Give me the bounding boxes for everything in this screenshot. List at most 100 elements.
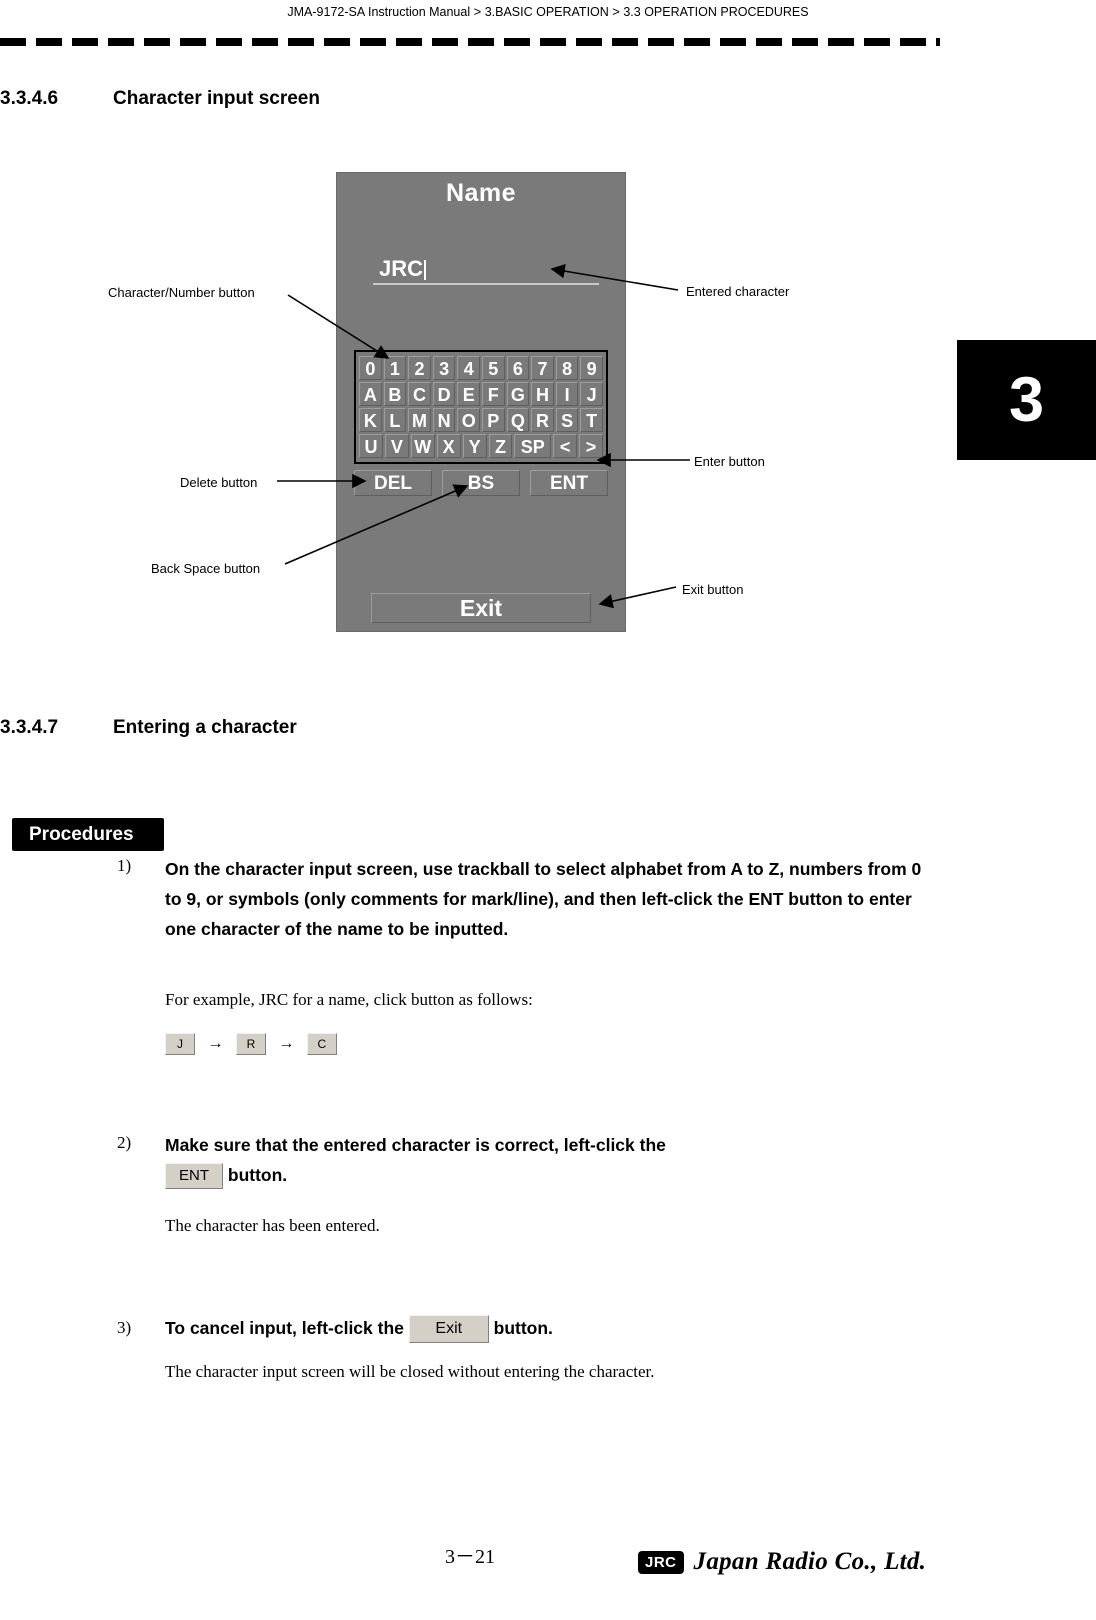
key-button[interactable]: O [457, 408, 480, 432]
exit-button[interactable]: Exit [371, 593, 591, 623]
key-button[interactable]: W [410, 434, 435, 458]
arrow-icon: → [278, 1035, 295, 1053]
name-input-field[interactable]: JRC [373, 255, 599, 285]
character-keypad[interactable]: 0 1 2 3 4 5 6 7 8 9 A B C D E F G H I J … [354, 350, 608, 464]
step-number-1: 1) [117, 856, 132, 875]
section-number: 3.3.4.6 [0, 88, 59, 109]
key-button[interactable]: F [482, 382, 505, 406]
header-manual-title: JMA-9172-SA Instruction Manual [287, 5, 471, 19]
keypad-row: K L M N O P Q R S T [358, 408, 604, 434]
key-button[interactable]: K [359, 408, 382, 432]
key-button[interactable]: H [531, 382, 554, 406]
screen-title: Name [445, 179, 517, 207]
step-number-3: 3) [117, 1318, 132, 1337]
header-chapter: 3.BASIC OPERATION [484, 5, 609, 19]
key-button[interactable]: Y [462, 434, 487, 458]
character-input-screen: Name JRC 0 1 2 3 4 5 6 7 8 9 A B C D E F… [336, 172, 626, 632]
inline-ent-button[interactable]: ENT [165, 1163, 223, 1190]
header-dashed-rule [0, 38, 940, 46]
keypad-row: A B C D E F G H I J [358, 382, 604, 408]
key-r[interactable]: R [235, 1033, 266, 1055]
step-note-3: The character input screen will be close… [165, 1362, 655, 1381]
key-c[interactable]: C [306, 1033, 337, 1055]
key-button[interactable]: < [553, 434, 578, 458]
key-button[interactable]: U [359, 434, 383, 458]
key-button[interactable]: C [408, 382, 431, 406]
page-header: JMA-9172-SA Instruction Manual > 3.BASIC… [0, 0, 1096, 22]
key-button-space[interactable]: SP [514, 434, 552, 458]
header-section: 3.3 OPERATION PROCEDURES [623, 5, 809, 19]
key-button[interactable]: E [457, 382, 480, 406]
chapter-tab: 3 [957, 340, 1096, 460]
procedures-badge: Procedures [12, 818, 164, 851]
step-note-1: For example, JRC for a name, click butto… [165, 990, 533, 1009]
key-button[interactable]: 9 [580, 356, 603, 380]
step-text-3: To cancel input, left-click the Exit but… [165, 1313, 925, 1344]
key-j[interactable]: J [165, 1033, 195, 1055]
callout-entered-character: Entered character [686, 284, 790, 299]
key-button[interactable]: T [580, 408, 603, 432]
key-button[interactable]: L [383, 408, 407, 432]
key-button[interactable]: 2 [408, 356, 431, 380]
key-button[interactable]: I [555, 382, 579, 406]
key-button[interactable]: R [531, 408, 554, 432]
jrc-company-name: Japan Radio Co., Ltd. [693, 1548, 927, 1575]
header-separator-1: > [473, 4, 482, 19]
section-title: Character input screen [113, 88, 320, 109]
key-button[interactable]: Q [506, 408, 530, 432]
key-button[interactable]: V [384, 434, 409, 458]
key-button[interactable]: 6 [506, 356, 530, 380]
step-number-2: 2) [117, 1133, 132, 1152]
jrc-logo-mark: JRC [638, 1550, 684, 1574]
callout-delete-button: Delete button [180, 475, 258, 490]
step-text-2-after: button. [227, 1165, 288, 1185]
key-button[interactable]: A [359, 382, 382, 406]
key-button[interactable]: 5 [482, 356, 505, 380]
inline-exit-button[interactable]: Exit [408, 1315, 489, 1344]
section-number: 3.3.4.7 [0, 717, 59, 738]
key-button[interactable]: Z [488, 434, 513, 458]
callout-exit-button: Exit button [682, 582, 744, 597]
step-text-3-after: button. [493, 1318, 553, 1338]
key-button[interactable]: N [432, 408, 456, 432]
key-button[interactable]: > [579, 434, 603, 458]
step-note-2: The character has been entered. [165, 1216, 380, 1235]
key-button[interactable]: 7 [531, 356, 554, 380]
key-button[interactable]: P [482, 408, 505, 432]
key-button[interactable]: 8 [555, 356, 579, 380]
key-button[interactable]: B [383, 382, 407, 406]
key-button[interactable]: J [580, 382, 603, 406]
step-text-3-before: To cancel input, left-click the [165, 1318, 404, 1338]
header-separator-2: > [612, 4, 620, 19]
arrow-icon: → [207, 1035, 224, 1053]
example-key-sequence: J → R → C [165, 1033, 337, 1055]
section-heading-3-3-4-6: 3.3.4.6 Character input screen [0, 88, 320, 110]
character-input-screen-figure: Name JRC 0 1 2 3 4 5 6 7 8 9 A B C D E F… [0, 150, 940, 650]
section-title: Entering a character [113, 717, 297, 738]
callout-enter-button: Enter button [694, 454, 765, 469]
entered-character-value: JRC [379, 256, 424, 281]
callout-character-number-button: Character/Number button [108, 285, 255, 300]
key-button[interactable]: M [408, 408, 431, 432]
delete-button[interactable]: DEL [354, 470, 432, 496]
text-caret [424, 260, 427, 280]
key-button[interactable]: X [436, 434, 461, 458]
section-heading-3-3-4-7: 3.3.4.7 Entering a character [0, 717, 297, 739]
key-button[interactable]: D [432, 382, 456, 406]
callout-back-space-button: Back Space button [151, 561, 261, 576]
key-button[interactable]: 0 [359, 356, 382, 380]
footer-logo: JRC Japan Radio Co., Ltd. [638, 1548, 926, 1576]
keypad-row: U V W X Y Z SP < > [358, 434, 604, 460]
key-button[interactable]: 3 [432, 356, 456, 380]
step-text-2: Make sure that the entered character is … [165, 1130, 925, 1190]
function-key-row: DEL BS ENT [354, 470, 608, 498]
enter-button[interactable]: ENT [530, 470, 608, 496]
key-button[interactable]: 1 [383, 356, 407, 380]
key-button[interactable]: S [555, 408, 579, 432]
key-button[interactable]: 4 [457, 356, 480, 380]
key-button[interactable]: G [506, 382, 530, 406]
back-space-button[interactable]: BS [442, 470, 520, 496]
keypad-row: 0 1 2 3 4 5 6 7 8 9 [358, 356, 604, 382]
step-text-1: On the character input screen, use track… [165, 859, 922, 939]
step-text-2-before: Make sure that the entered character is … [165, 1135, 666, 1155]
